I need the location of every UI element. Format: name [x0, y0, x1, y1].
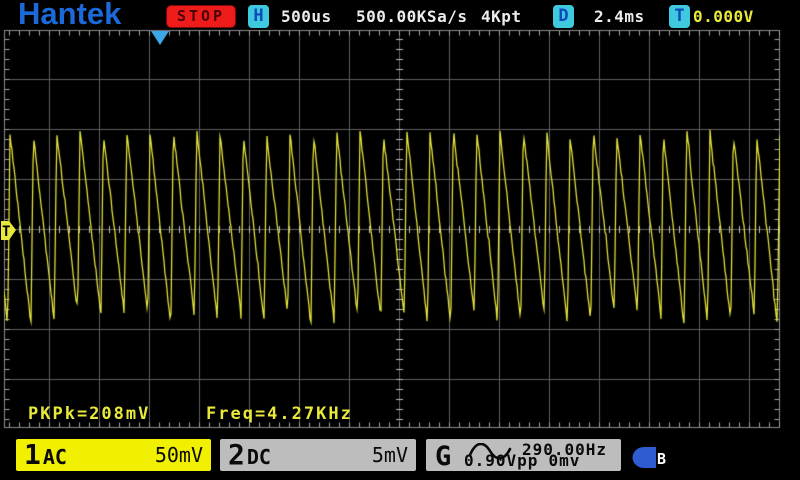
- brand-logo: Hantek: [18, 0, 122, 31]
- usb-plug-icon: [632, 447, 656, 468]
- channel2-badge[interactable]: 2 DC 5mV: [218, 437, 418, 473]
- sample-rate-value: 500.00KSa/s: [356, 7, 468, 26]
- delay-badge: D: [553, 5, 574, 28]
- channel2-coupling: DC: [246, 444, 271, 469]
- run-state-badge[interactable]: STOP: [166, 5, 236, 28]
- measurement-freq: Freq=4.27KHz: [206, 404, 353, 424]
- channel1-number: 1: [24, 438, 41, 471]
- generator-label: G: [435, 441, 452, 472]
- channel1-badge[interactable]: 1 AC 50mV: [14, 437, 213, 473]
- trigger-level-value: 0.000V: [693, 7, 754, 26]
- generator-amplitude: 0.90Vpp: [464, 451, 539, 470]
- generator-amplitude-offset: 0.90Vpp 0mv: [464, 451, 590, 470]
- oscilloscope-screen: Hantek STOP H 500us 500.00KSa/s 4Kpt D 2…: [0, 0, 800, 480]
- delay-value: 2.4ms: [594, 7, 645, 26]
- usb-device-icon: B: [631, 446, 677, 472]
- horizontal-badge: H: [248, 5, 269, 28]
- record-length-value: 4Kpt: [481, 7, 522, 26]
- trigger-level-marker-label: T: [2, 224, 10, 240]
- trigger-badge: T: [669, 5, 690, 28]
- usb-drive-letter: B: [657, 450, 667, 468]
- generator-offset: 0mv: [548, 451, 581, 470]
- channel1-coupling: AC: [42, 444, 67, 469]
- channel2-scale: 5mV: [371, 443, 408, 467]
- timebase-value: 500us: [281, 7, 332, 26]
- channel2-number: 2: [228, 438, 245, 471]
- measurement-pkpk: PKPk=208mV: [28, 404, 151, 424]
- channel1-scale: 50mV: [154, 443, 203, 467]
- generator-badge[interactable]: G 290.00Hz 0.90Vpp 0mv: [424, 437, 623, 473]
